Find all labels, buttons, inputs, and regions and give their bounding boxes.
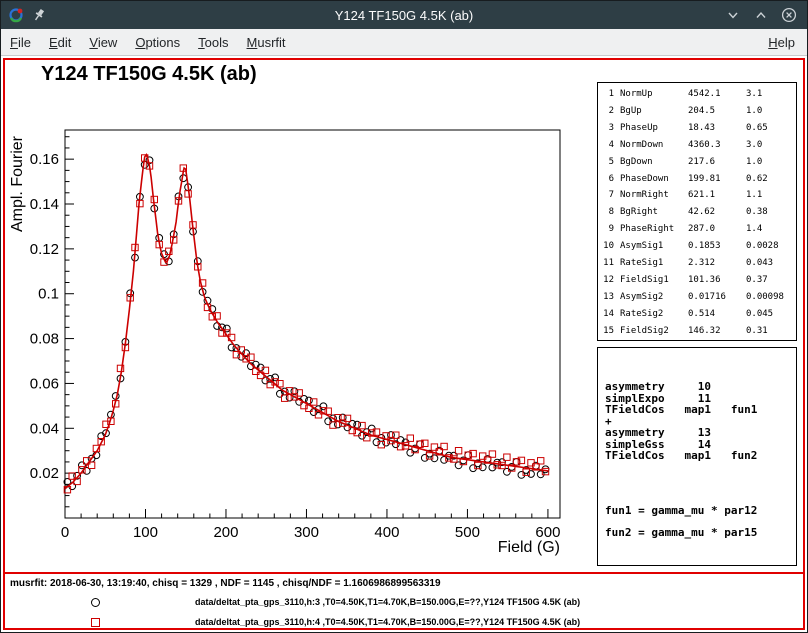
menu-view[interactable]: View xyxy=(80,35,126,50)
app-icon[interactable] xyxy=(8,7,24,23)
parameter-row: 4NormDown4360.33.0 xyxy=(598,137,796,154)
legend-label: data/deltat_pta_gps_3110,h:4 ,T0=4.50K,T… xyxy=(195,617,580,627)
menu-file[interactable]: File xyxy=(1,35,40,50)
svg-text:Field (G): Field (G) xyxy=(498,539,560,556)
parameter-row: 10AsymSig10.18530.0028 xyxy=(598,238,796,255)
parameter-row: 14RateSig20.5140.045 xyxy=(598,306,796,323)
parameter-row: 1NormUp4542.13.1 xyxy=(598,86,796,103)
svg-text:100: 100 xyxy=(133,524,158,541)
legend-row: data/deltat_pta_gps_3110,h:3 ,T0=4.50K,T… xyxy=(5,592,803,612)
svg-text:0.02: 0.02 xyxy=(30,465,59,482)
parameter-row: 13AsymSig20.017160.00098 xyxy=(598,289,796,306)
window-title: Y124 TF150G 4.5K (ab) xyxy=(1,8,807,23)
menu-options[interactable]: Options xyxy=(126,35,189,50)
legend-list: data/deltat_pta_gps_3110,h:3 ,T0=4.50K,T… xyxy=(5,592,803,632)
plot-title: Y124 TF150G 4.5K (ab) xyxy=(41,63,257,86)
minimize-icon[interactable] xyxy=(725,7,741,23)
menu-tools[interactable]: Tools xyxy=(189,35,237,50)
theory-box: asymmetry 10simplExpo 11TFieldCos map1 f… xyxy=(597,347,797,566)
menu-edit[interactable]: Edit xyxy=(40,35,80,50)
legend-square-marker-icon xyxy=(91,618,100,627)
svg-text:500: 500 xyxy=(455,524,480,541)
svg-text:400: 400 xyxy=(374,524,399,541)
canvas-area: 01002003004005006000.020.040.060.080.10.… xyxy=(1,56,807,632)
svg-text:0.16: 0.16 xyxy=(30,151,59,168)
parameter-row: 2BgUp204.51.0 xyxy=(598,103,796,120)
titlebar[interactable]: Y124 TF150G 4.5K (ab) xyxy=(1,1,807,29)
titlebar-buttons xyxy=(725,7,807,23)
fit-stats: musrfit: 2018-06-30, 13:19:40, chisq = 1… xyxy=(10,578,441,589)
svg-text:200: 200 xyxy=(213,524,238,541)
legend-circle-marker-icon xyxy=(91,598,100,607)
svg-text:0.12: 0.12 xyxy=(30,241,59,258)
parameter-row: 6PhaseDown199.810.62 xyxy=(598,171,796,188)
parameter-row: 15FieldSig2146.320.31 xyxy=(598,323,796,340)
function-lines: fun1 = gamma_mu * par12fun2 = gamma_mu *… xyxy=(605,500,796,544)
parameter-row: 11RateSig12.3120.043 xyxy=(598,255,796,272)
svg-text:0.08: 0.08 xyxy=(30,331,59,348)
svg-text:0.1: 0.1 xyxy=(38,286,59,303)
svg-text:0.06: 0.06 xyxy=(30,375,59,392)
parameter-row: 7NormRight621.11.1 xyxy=(598,187,796,204)
parameter-row: 5BgDown217.61.0 xyxy=(598,154,796,171)
theory-lines: asymmetry 10simplExpo 11TFieldCos map1 f… xyxy=(605,381,796,462)
svg-text:0.14: 0.14 xyxy=(30,196,59,213)
main-plot-pad[interactable]: 01002003004005006000.020.040.060.080.10.… xyxy=(3,58,805,574)
menu-help[interactable]: Help xyxy=(756,35,807,50)
parameter-row: 9PhaseRight287.01.4 xyxy=(598,221,796,238)
svg-text:Ampl. Fourier: Ampl. Fourier xyxy=(9,135,26,232)
parameter-row: 12FieldSig1101.360.37 xyxy=(598,272,796,289)
maximize-icon[interactable] xyxy=(753,7,769,23)
legend-row: data/deltat_pta_gps_3110,h:4 ,T0=4.50K,T… xyxy=(5,612,803,632)
titlebar-left-icons xyxy=(1,7,47,23)
info-pad[interactable]: musrfit: 2018-06-30, 13:19:40, chisq = 1… xyxy=(3,574,805,630)
menubar: File Edit View Options Tools Musrfit Hel… xyxy=(1,29,807,56)
svg-text:300: 300 xyxy=(294,524,319,541)
window: Y124 TF150G 4.5K (ab) File Edit View Opt… xyxy=(0,0,808,633)
legend-label: data/deltat_pta_gps_3110,h:3 ,T0=4.50K,T… xyxy=(195,597,580,607)
svg-text:0: 0 xyxy=(61,524,69,541)
parameter-row: 3PhaseUp18.430.65 xyxy=(598,120,796,137)
parameter-row: 8BgRight42.620.38 xyxy=(598,204,796,221)
close-icon[interactable] xyxy=(781,7,797,23)
pin-icon[interactable] xyxy=(31,7,47,23)
parameter-box: 1NormUp4542.13.12BgUp204.51.03PhaseUp18.… xyxy=(597,82,797,341)
menu-musrfit[interactable]: Musrfit xyxy=(238,35,295,50)
svg-text:0.04: 0.04 xyxy=(30,420,59,437)
